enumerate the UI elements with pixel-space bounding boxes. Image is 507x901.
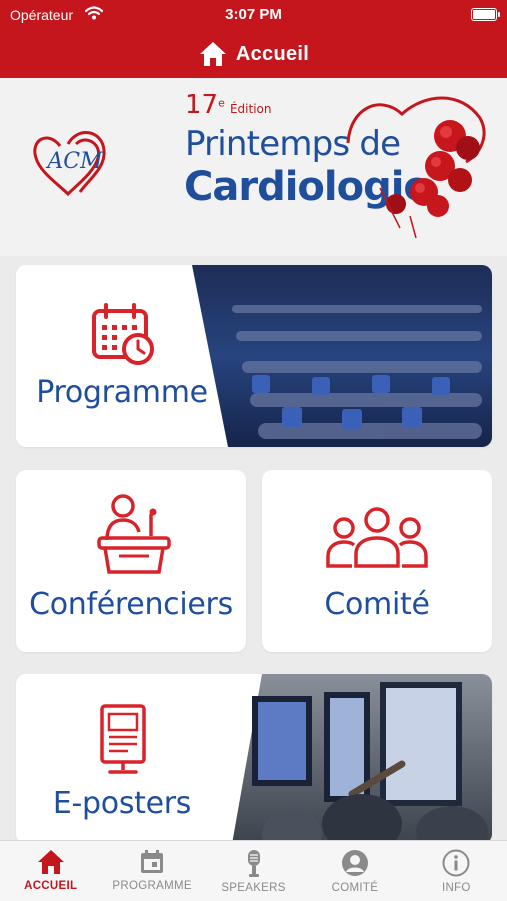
tab-programme[interactable]: PROGRAMME	[101, 841, 202, 901]
home-icon	[37, 850, 64, 874]
calendar-icon	[141, 850, 164, 873]
tab-label: INFO	[441, 882, 471, 894]
tab-speakers[interactable]: SPEAKERS	[203, 841, 304, 901]
status-bar: Opérateur 3:07 PM	[0, 0, 507, 30]
eposters-label: E-posters	[52, 786, 192, 821]
tab-label: SPEAKERS	[221, 882, 286, 894]
event-banner: ACM 17e Édition Printemps de Cardiologie	[0, 78, 507, 256]
edition-superscript: e	[218, 96, 225, 110]
battery-icon	[471, 8, 500, 21]
programme-card[interactable]: Programme	[16, 265, 492, 447]
microphone-icon	[247, 850, 260, 877]
tab-accueil[interactable]: ACCUEIL	[0, 841, 101, 901]
edition-number: 17	[185, 90, 219, 120]
tab-label: PROGRAMME	[112, 880, 192, 892]
user-icon	[341, 850, 368, 876]
group-icon	[326, 507, 428, 568]
calendar-clock-icon	[92, 303, 154, 365]
comite-label: Comité	[324, 587, 430, 622]
eposter-kiosk-icon	[100, 704, 146, 774]
conferenciers-label: Conférenciers	[29, 587, 233, 622]
status-time: 3:07 PM	[225, 6, 282, 23]
home-icon	[199, 42, 226, 66]
tab-label: ACCUEIL	[24, 880, 78, 892]
tab-comite[interactable]: COMITÉ	[304, 841, 405, 901]
programme-label: Programme	[36, 375, 208, 410]
header-bar: Accueil	[0, 30, 507, 78]
eposters-card[interactable]: E-posters	[16, 674, 492, 844]
eposters-photo	[232, 674, 492, 844]
tab-label: COMITÉ	[331, 882, 379, 894]
acm-logo: ACM	[33, 131, 106, 197]
conferenciers-card[interactable]: Conférenciers	[16, 470, 246, 652]
info-icon	[442, 849, 470, 877]
page-title: Accueil	[235, 42, 310, 65]
auditorium-photo	[192, 265, 492, 447]
svg-text:ACM: ACM	[45, 149, 103, 174]
speaker-podium-icon	[97, 494, 171, 574]
comite-card[interactable]: Comité	[262, 470, 492, 652]
tab-info[interactable]: INFO	[406, 841, 507, 901]
edition-word: Édition	[229, 102, 272, 116]
heart-rose-decoration	[346, 96, 486, 239]
bottom-tab-bar: ACCUEIL PROGRAMME SPEAKERS COMITÉ INFO	[0, 840, 507, 901]
edition-label: 17e Édition	[185, 90, 272, 120]
